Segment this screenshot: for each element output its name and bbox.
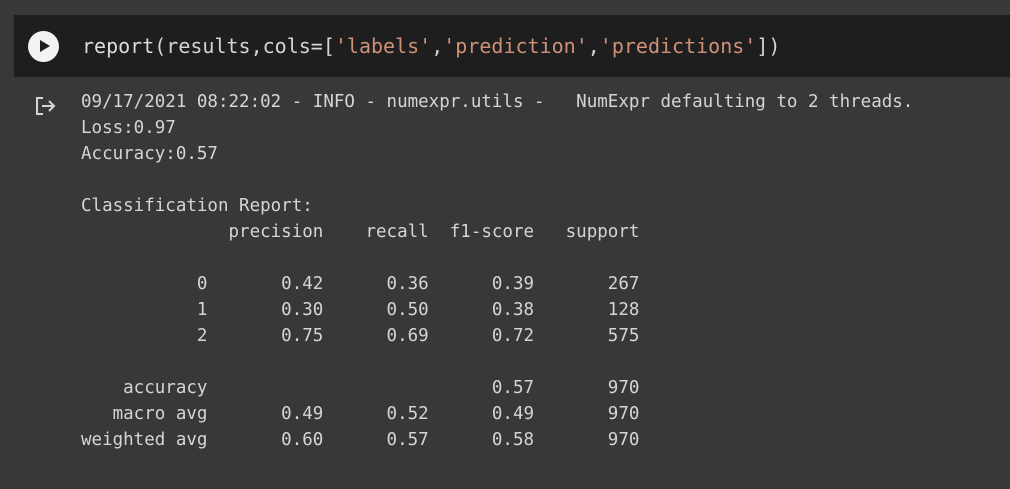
output-line: 2 0.75 0.69 0.72 575	[81, 326, 640, 346]
cell-output: 09/17/2021 08:22:02 - INFO - numexpr.uti…	[81, 89, 913, 453]
output-redirect-icon	[36, 97, 56, 115]
output-line: 1 0.30 0.50 0.38 128	[81, 300, 640, 320]
code-token-str: 'labels'	[334, 34, 432, 58]
output-line: Loss:0.97	[81, 118, 176, 138]
code-cell[interactable]: report(results,cols=['labels','predictio…	[14, 15, 1010, 77]
output-line: 0 0.42 0.36 0.39 267	[81, 274, 640, 294]
code-editor-line[interactable]: report(results,cols=['labels','predictio…	[82, 32, 780, 60]
output-line: Accuracy:0.57	[81, 144, 218, 164]
code-token-punc: ,	[587, 34, 600, 58]
output-line: Classification Report:	[81, 196, 313, 216]
run-cell-button[interactable]	[28, 31, 59, 62]
output-line: weighted avg 0.60 0.57 0.58 970	[81, 430, 640, 450]
output-line: accuracy 0.57 970	[81, 378, 640, 398]
output-line: precision recall f1-score support	[81, 222, 640, 242]
code-token-punc: ])	[756, 34, 781, 58]
play-icon	[40, 40, 50, 52]
output-line: 09/17/2021 08:22:02 - INFO - numexpr.uti…	[81, 92, 914, 112]
code-token-punc: ,	[431, 34, 444, 58]
code-token-punc: (results,cols=[	[154, 34, 335, 58]
output-line: macro avg 0.49 0.52 0.49 970	[81, 404, 640, 424]
code-token-str: 'predictions'	[599, 34, 757, 58]
code-token-str: 'prediction'	[443, 34, 588, 58]
code-token-fn: report	[82, 34, 155, 58]
